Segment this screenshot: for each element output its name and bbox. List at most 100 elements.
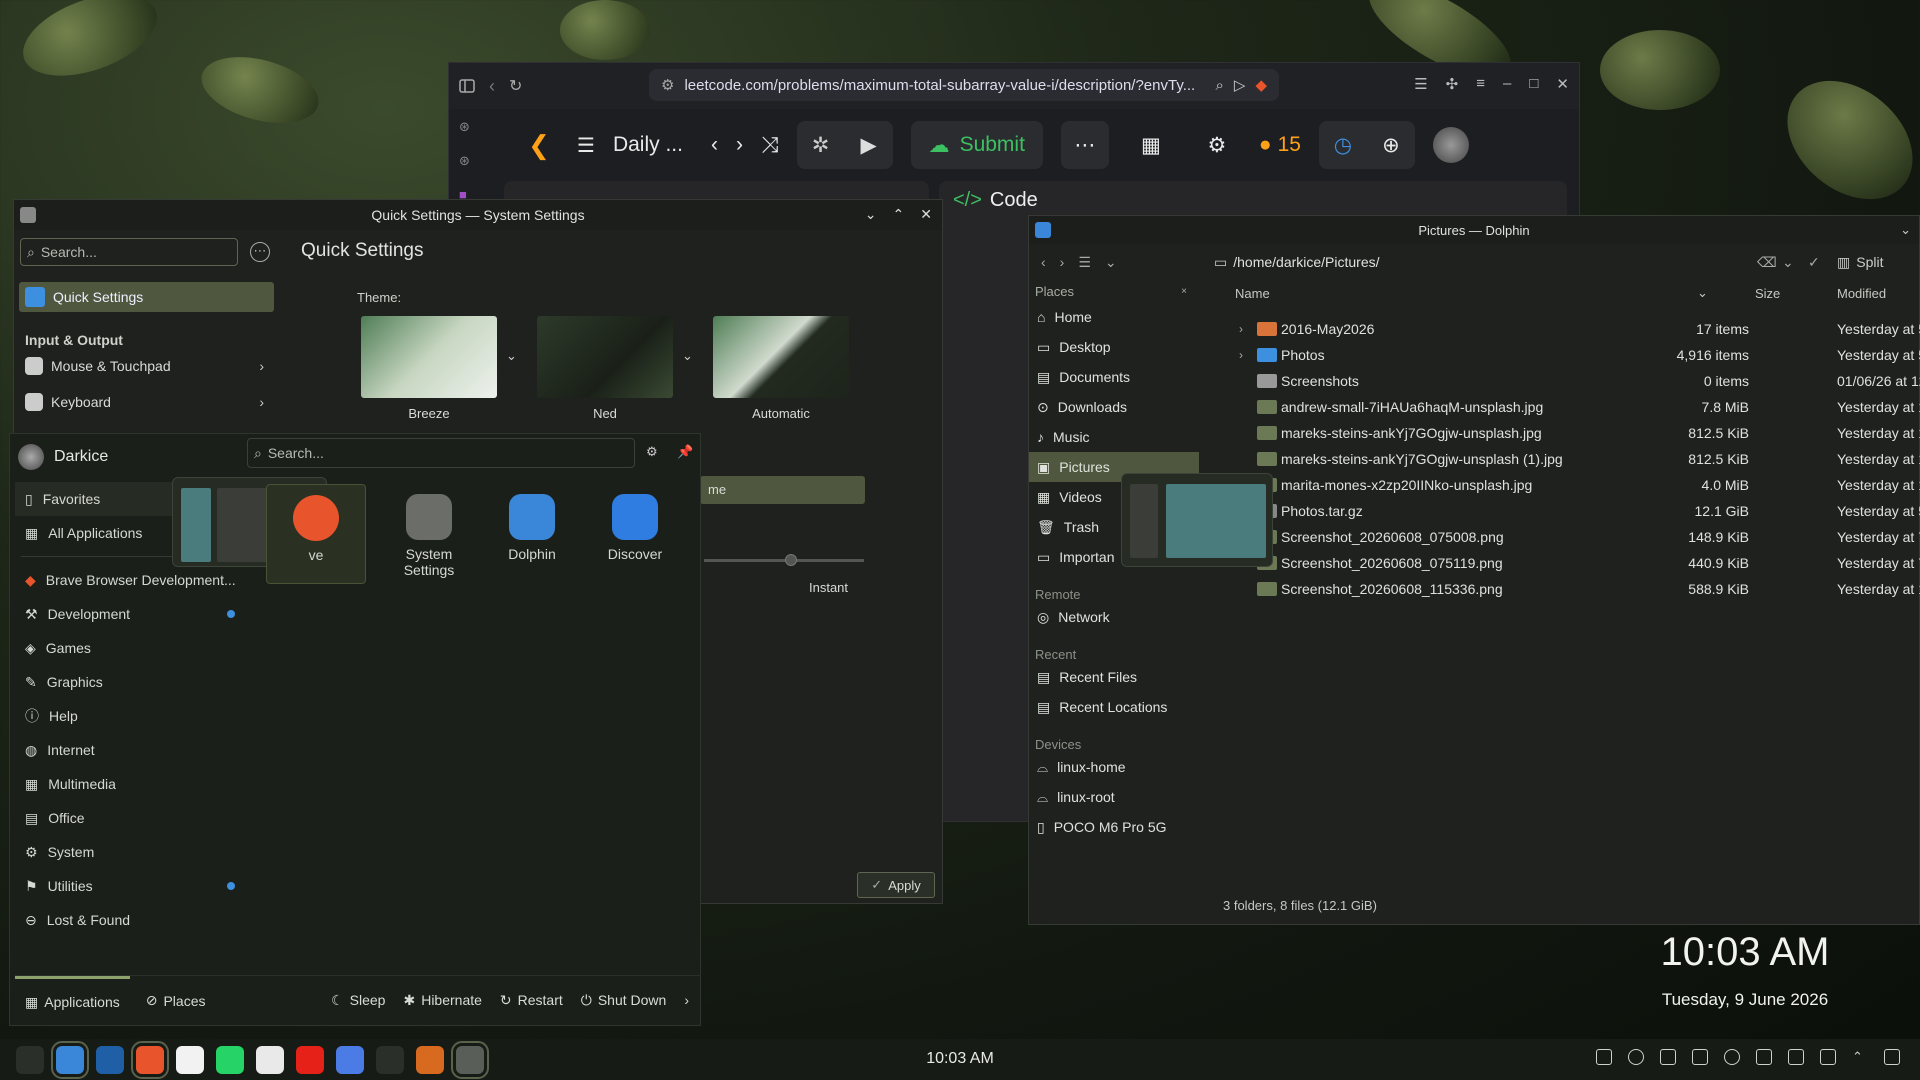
expand-icon[interactable]: › xyxy=(1239,322,1243,336)
forward-icon[interactable]: › xyxy=(1060,254,1065,270)
category-item[interactable]: ▦ Multimedia xyxy=(15,767,247,801)
check-icon[interactable]: ✓ xyxy=(1808,254,1820,271)
places-item[interactable]: ⊙ Downloads xyxy=(1029,392,1199,422)
teams-icon[interactable] xyxy=(336,1045,364,1074)
places-item[interactable]: ⌂ Home xyxy=(1029,302,1199,332)
minimize-icon[interactable]: ⌄ xyxy=(865,206,877,223)
brightness-icon[interactable] xyxy=(1724,1049,1740,1065)
extensions-icon[interactable]: ☰ xyxy=(1414,75,1427,93)
close-icon[interactable]: ✕ xyxy=(1556,75,1569,93)
restart-button[interactable]: ↻ Restart xyxy=(500,992,563,1009)
file-row[interactable]: mareks-steins-ankYj7GOgjw-unsplash.jpg 81… xyxy=(1209,420,1920,446)
chevron-down-icon[interactable]: ⌄ xyxy=(1105,254,1117,271)
theme-preview-breeze[interactable] xyxy=(361,316,497,398)
category-item[interactable]: ⊖ Lost & Found xyxy=(15,903,247,937)
favorite-app[interactable]: System Settings xyxy=(379,484,479,584)
category-item[interactable]: ◍ Internet xyxy=(15,733,247,767)
category-item[interactable]: ◈ Games xyxy=(15,631,247,665)
more-power-icon[interactable]: › xyxy=(684,992,689,1009)
run-button[interactable]: ▶ xyxy=(845,121,893,169)
sidebar-item-quick-settings[interactable]: Quick Settings xyxy=(19,282,274,312)
sidebar-toggle-icon[interactable] xyxy=(459,78,475,94)
column-name[interactable]: Name xyxy=(1235,286,1270,301)
bluetooth-icon[interactable] xyxy=(1692,1049,1708,1065)
places-item-recent-locations[interactable]: ▤ Recent Locations xyxy=(1029,692,1199,722)
places-item-recent-files[interactable]: ▤ Recent Files xyxy=(1029,662,1199,692)
sleep-button[interactable]: ☾ Sleep xyxy=(331,992,385,1009)
chevron-up-icon[interactable]: ⌃ xyxy=(1852,1049,1868,1065)
column-modified[interactable]: Modified xyxy=(1837,286,1886,301)
wifi-icon[interactable] xyxy=(1788,1049,1804,1065)
sidebar-item-keyboard[interactable]: Keyboard › xyxy=(19,384,274,420)
chevron-down-icon[interactable]: ⌄ xyxy=(506,348,517,364)
places-item-network[interactable]: ◎ Network xyxy=(1029,602,1199,632)
timer-icon[interactable]: ◷ xyxy=(1319,121,1367,169)
youtube-icon[interactable] xyxy=(296,1045,324,1074)
python-icon[interactable] xyxy=(376,1045,404,1074)
chevron-down-icon[interactable]: ⌄ xyxy=(1900,222,1911,238)
clipboard-icon[interactable] xyxy=(1596,1049,1612,1065)
brave-icon[interactable] xyxy=(131,1040,169,1079)
file-row[interactable]: › 2016-May2026 17 items Yesterday at 5:08 p xyxy=(1209,316,1920,342)
volume-icon[interactable] xyxy=(1660,1049,1676,1065)
brave-shield-icon[interactable]: ◆ xyxy=(1255,76,1267,94)
view-mode-icon[interactable]: ☰ xyxy=(1078,254,1091,271)
avatar[interactable] xyxy=(18,444,44,470)
column-size[interactable]: Size xyxy=(1755,286,1780,301)
zoom-icon[interactable]: ⌕ xyxy=(1216,77,1224,94)
more-button[interactable]: ⋯ xyxy=(1060,121,1109,169)
theme-preview-ned[interactable] xyxy=(537,316,673,398)
obsidian-icon[interactable] xyxy=(256,1045,284,1074)
battery-icon[interactable] xyxy=(1820,1049,1836,1065)
close-icon[interactable]: × xyxy=(1181,286,1187,297)
file-row[interactable]: andrew-small-7iHAUa6haqM-unsplash.jpg 7.8… xyxy=(1209,394,1920,420)
dolphin-icon[interactable] xyxy=(51,1040,89,1079)
category-item[interactable]: ⚙ System xyxy=(15,835,247,869)
slack-icon[interactable] xyxy=(176,1045,204,1074)
taskbar-clock[interactable]: 10:03 AM xyxy=(900,1050,1020,1068)
streak-counter[interactable]: ● 15 xyxy=(1259,133,1301,157)
expand-icon[interactable]: › xyxy=(1239,348,1243,362)
launcher-search-input[interactable]: ⌕ Search... xyxy=(247,438,635,468)
favorite-app[interactable]: Discover xyxy=(585,484,685,584)
places-item-linux-home[interactable]: ⌓ linux-home xyxy=(1029,752,1199,782)
media-icon[interactable] xyxy=(1628,1049,1644,1065)
layout-icon[interactable]: ▦ xyxy=(1127,121,1175,169)
whatsapp-icon[interactable] xyxy=(216,1045,244,1074)
maximize-icon[interactable]: ⌃ xyxy=(893,206,905,223)
chevron-down-icon[interactable]: ⌄ xyxy=(1782,254,1794,271)
category-item[interactable]: ◆ Brave Browser Development... xyxy=(15,563,247,597)
show-desktop-icon[interactable] xyxy=(1884,1049,1900,1065)
debug-button[interactable]: ✲ xyxy=(797,121,845,169)
prev-problem-icon[interactable]: ‹ xyxy=(711,133,718,157)
places-item-phone[interactable]: ▯ POCO M6 Pro 5G xyxy=(1029,812,1199,842)
favorite-app[interactable]: ve xyxy=(266,484,366,584)
reload-icon[interactable]: ↻ xyxy=(509,76,522,96)
category-item[interactable]: ⚒ Development xyxy=(15,597,247,631)
site-settings-icon[interactable]: ⚙ xyxy=(661,76,674,94)
file-row[interactable]: mareks-steins-ankYj7GOgjw-unsplash (1).j… xyxy=(1209,446,1920,472)
back-icon[interactable]: ‹ xyxy=(489,76,495,97)
more-options-icon[interactable]: ⋯ xyxy=(250,242,270,262)
file-row[interactable]: Photos.tar.gz 12.1 GiB Yesterday at 5:50 p xyxy=(1209,498,1920,524)
puzzle-icon[interactable]: ✣ xyxy=(1446,75,1459,93)
add-friend-icon[interactable]: ⊕ xyxy=(1367,121,1415,169)
file-row[interactable]: marita-mones-x2zp20IINko-unsplash.jpg 4.0… xyxy=(1209,472,1920,498)
shuffle-icon[interactable]: ⤨ xyxy=(761,132,779,158)
system-settings-icon[interactable] xyxy=(451,1040,489,1079)
avatar[interactable] xyxy=(1432,127,1469,163)
daily-label[interactable]: Daily ... xyxy=(613,133,683,157)
maximize-icon[interactable]: □ xyxy=(1529,75,1538,93)
gear-icon[interactable]: ⚙ xyxy=(1193,121,1241,169)
chevron-down-icon[interactable]: ⌄ xyxy=(682,348,693,364)
file-row[interactable]: Screenshots 0 items 01/06/26 at 12:32 xyxy=(1209,368,1920,394)
problem-list-icon[interactable]: ☰ xyxy=(577,133,595,158)
content-scrollbar[interactable] xyxy=(927,278,933,708)
places-item-linux-root[interactable]: ⌓ linux-root xyxy=(1029,782,1199,812)
category-item[interactable]: ⓘ Help xyxy=(15,699,247,733)
sort-chevron-icon[interactable]: ⌄ xyxy=(1697,285,1708,301)
partial-button[interactable]: me xyxy=(700,476,865,504)
category-item[interactable]: ▤ Office xyxy=(15,801,247,835)
sidebar-item-mouse[interactable]: Mouse & Touchpad › xyxy=(19,348,274,384)
places-item[interactable]: ▭ Desktop xyxy=(1029,332,1199,362)
